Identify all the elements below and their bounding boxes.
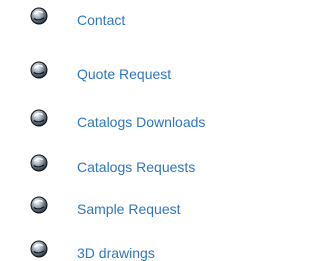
menu-item-label: Sample Request xyxy=(77,201,181,217)
menu-item-catalogs-downloads[interactable]: Catalogs Downloads xyxy=(0,109,249,133)
globe-bullet-icon xyxy=(30,109,48,127)
menu-item-quote-request[interactable]: Quote Request xyxy=(0,61,249,85)
menu-item-3d-drawings[interactable]: 3D drawings xyxy=(0,240,249,261)
menu-item-label: 3D drawings xyxy=(77,245,155,261)
globe-bullet-icon xyxy=(30,61,48,79)
side-link-menu: Contact Quote Request Catalogs Downloads… xyxy=(0,0,249,261)
globe-bullet-icon xyxy=(30,196,48,214)
menu-item-contact[interactable]: Contact xyxy=(0,7,249,31)
menu-item-label: Quote Request xyxy=(77,66,172,82)
globe-bullet-icon xyxy=(30,240,48,258)
menu-item-sample-request[interactable]: Sample Request xyxy=(0,196,249,220)
menu-item-label: Contact xyxy=(77,12,126,28)
globe-bullet-icon xyxy=(30,7,48,25)
menu-item-label: Catalogs Downloads xyxy=(77,114,206,130)
menu-item-label: Catalogs Requests xyxy=(77,159,196,175)
globe-bullet-icon xyxy=(30,154,48,172)
menu-item-catalogs-requests[interactable]: Catalogs Requests xyxy=(0,154,249,178)
